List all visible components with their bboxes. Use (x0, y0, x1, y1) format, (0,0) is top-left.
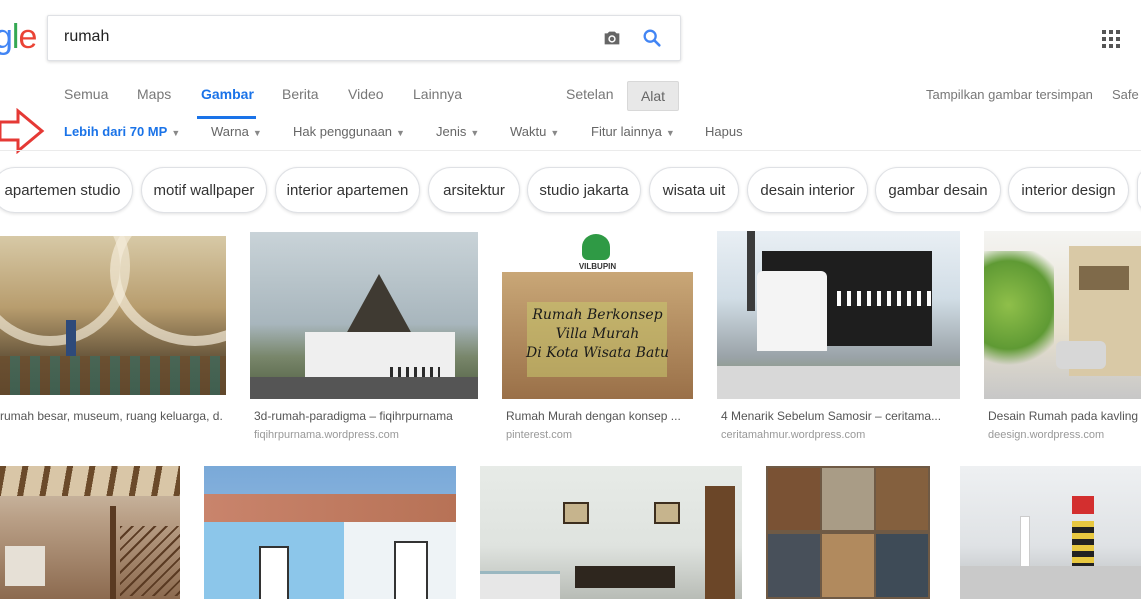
result-image[interactable] (480, 466, 742, 599)
saved-images-link[interactable]: Tampilkan gambar tersimpan (926, 87, 1093, 102)
result-image[interactable] (204, 466, 456, 599)
active-tab-indicator (197, 116, 256, 119)
result-title[interactable]: 3d-rumah-paradigma – fiqihrpurnama (254, 409, 478, 423)
result-image[interactable] (0, 236, 226, 395)
filter-time[interactable]: Waktu ▼ (510, 124, 559, 139)
search-tabs: Semua Maps Gambar Berita Video Lainnya S… (0, 86, 1141, 119)
tools-button[interactable]: Alat (627, 81, 679, 111)
chip-related-search[interactable]: motif wallpaper (141, 167, 267, 213)
search-input[interactable]: rumah (64, 28, 109, 46)
chip-related-search[interactable]: arsitektur (428, 167, 520, 213)
result-image[interactable] (960, 466, 1141, 599)
tab-images[interactable]: Gambar (201, 86, 254, 102)
result-image[interactable] (984, 231, 1141, 399)
chip-related-search[interactable] (1137, 167, 1141, 213)
tab-more[interactable]: Lainnya (413, 86, 462, 102)
tab-all[interactable]: Semua (64, 86, 108, 102)
filter-clear[interactable]: Hapus (705, 124, 743, 139)
chip-related-search[interactable]: desain interior (747, 167, 868, 213)
filter-toolbar: Lebih dari 70 MP ▼ Warna ▼ Hak penggunaan ▼… (0, 124, 1141, 144)
result-source: ceritamahmur.wordpress.com (721, 429, 866, 441)
filter-more-tools[interactable]: Fitur lainnya ▼ (591, 124, 675, 139)
search-icon[interactable] (641, 27, 663, 49)
chip-related-search[interactable]: apartemen studio (0, 167, 133, 213)
toolbar-divider (0, 150, 1141, 151)
filter-usage-rights[interactable]: Hak penggunaan ▼ (293, 124, 405, 139)
safesearch-link[interactable]: Safe (1112, 87, 1139, 102)
filter-color[interactable]: Warna ▼ (211, 124, 262, 139)
result-image[interactable] (766, 466, 930, 599)
chip-related-search[interactable]: interior design (1008, 167, 1129, 213)
overlay-line2: Villa Murah (555, 326, 640, 342)
result-title[interactable]: Rumah Murah dengan konsep ... (506, 409, 693, 423)
result-title[interactable]: 4 Menarik Sebelum Samosir – ceritama... (721, 409, 960, 423)
tab-settings[interactable]: Setelan (566, 86, 613, 102)
camera-icon[interactable] (601, 27, 623, 49)
overlay-line3: Di Kota Wisata Batu (526, 345, 669, 361)
result-source: deesign.wordpress.com (988, 429, 1105, 441)
result-source: pinterest.com (506, 429, 573, 441)
chip-related-search[interactable]: studio jakarta (527, 167, 641, 213)
chip-related-search[interactable]: interior apartemen (275, 167, 420, 213)
result-image[interactable] (717, 231, 960, 399)
result-image[interactable] (0, 466, 180, 599)
result-image[interactable] (250, 232, 478, 399)
result-image[interactable]: VILBUPIN Rumah Berkonsep Villa Murah Di … (502, 232, 693, 399)
apps-grid-icon[interactable] (1101, 29, 1121, 49)
google-logo[interactable]: gle (0, 18, 37, 57)
result-source: fiqihrpurnama.wordpress.com (254, 429, 399, 441)
tab-maps[interactable]: Maps (137, 86, 171, 102)
overlay-line1: Rumah Berkonsep (532, 307, 663, 323)
overlay-brand: VILBUPIN (578, 262, 617, 271)
filter-size[interactable]: Lebih dari 70 MP ▼ (64, 124, 180, 139)
related-search-chips: apartemen studio motif wallpaper interio… (0, 167, 1141, 215)
result-title[interactable]: Desain Rumah pada kavling ... (988, 409, 1141, 423)
tab-video[interactable]: Video (348, 86, 384, 102)
chip-related-search[interactable]: wisata uit (649, 167, 739, 213)
search-box[interactable]: rumah (47, 15, 681, 61)
filter-type[interactable]: Jenis ▼ (436, 124, 479, 139)
result-title[interactable]: rumah besar, museum, ruang keluarga, d..… (0, 409, 222, 423)
tab-news[interactable]: Berita (282, 86, 319, 102)
chip-related-search[interactable]: gambar desain (875, 167, 1001, 213)
